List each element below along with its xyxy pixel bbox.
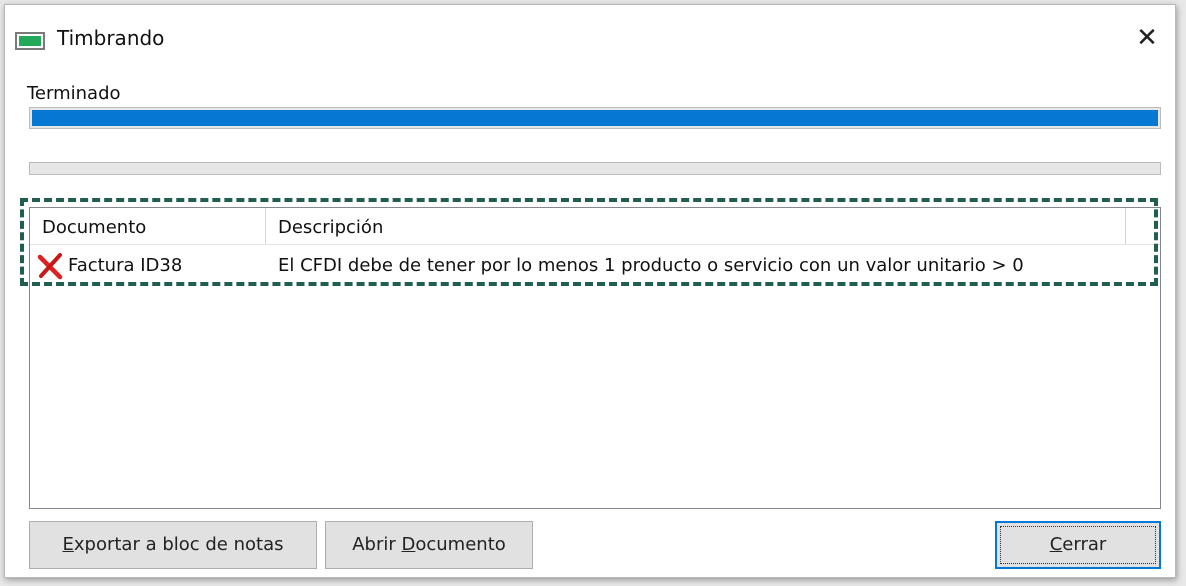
list-header: Documento Descripción [30,208,1160,245]
export-label-rest: xportar a bloc de notas [73,534,284,555]
export-mnemonic: E [62,534,74,555]
secondary-progress-bar [29,162,1161,175]
open-label-before: Abrir [352,534,402,555]
timbrando-dialog: Timbrando ✕ Terminado Documento Descripc… [4,4,1176,578]
results-list-view[interactable]: Documento Descripción Factura ID38 El CF… [29,207,1161,509]
close-window-button[interactable]: ✕ [1131,21,1163,55]
window-title: Timbrando [57,26,165,50]
close-button[interactable]: Cerrar [995,521,1161,569]
column-header-descripcion[interactable]: Descripción [266,208,1126,244]
title-bar: Timbrando ✕ [5,5,1175,65]
column-header-documento[interactable]: Documento [30,208,266,244]
error-x-icon [37,253,63,280]
focus-ring [1000,526,1156,564]
window-app-icon [15,32,45,50]
main-progress-bar [29,107,1161,129]
cell-documento: Factura ID38 [36,248,182,284]
documento-text: Factura ID38 [68,255,183,276]
main-progress-fill [32,110,1158,126]
open-document-button[interactable]: Abrir Documento [325,521,533,569]
progress-status-label: Terminado [27,83,121,104]
column-header-filler [1126,208,1160,244]
table-row[interactable]: Factura ID38 El CFDI debe de tener por l… [30,248,1160,284]
export-notepad-button[interactable]: Exportar a bloc de notas [29,521,317,569]
cell-descripcion: El CFDI debe de tener por lo menos 1 pro… [278,255,1024,276]
open-label-rest: ocumento [415,534,506,555]
open-mnemonic: D [401,534,416,555]
